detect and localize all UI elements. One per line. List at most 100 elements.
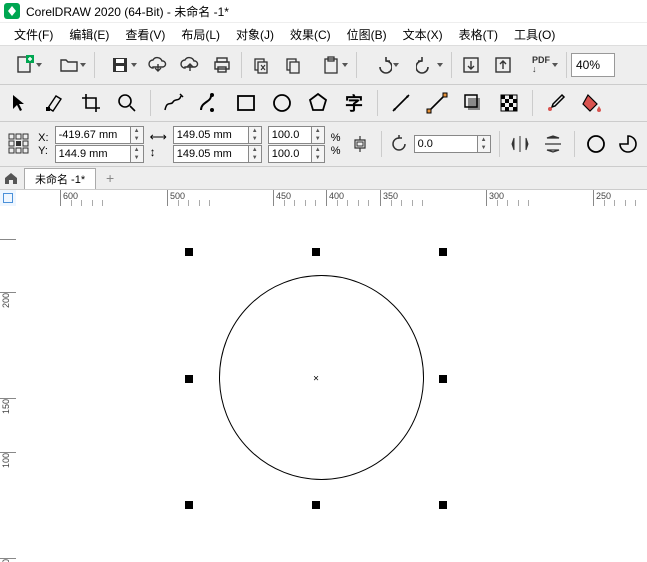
mirror-h-button[interactable]	[507, 130, 533, 158]
menu-effect[interactable]: 效果(C)	[284, 24, 337, 45]
cut-button[interactable]	[246, 50, 276, 80]
height-icon: ↕	[150, 145, 167, 159]
size-icons: ⟷ ↕	[150, 130, 167, 159]
ruler-origin[interactable]	[0, 190, 17, 207]
sx-spin[interactable]: ▲▼	[312, 126, 325, 144]
separator	[377, 90, 378, 116]
x-input[interactable]: -419.67 mm	[55, 126, 131, 144]
drop-shadow-tool[interactable]	[458, 89, 488, 117]
dimension-tool[interactable]	[386, 89, 416, 117]
width-icon: ⟷	[150, 130, 167, 144]
separator	[574, 131, 575, 157]
selection-handle[interactable]	[312, 248, 320, 256]
document-tab-label: 未命名 -1*	[35, 171, 85, 187]
rectangle-tool[interactable]	[231, 89, 261, 117]
shape-tool[interactable]	[40, 89, 70, 117]
selection-handle[interactable]	[312, 501, 320, 509]
document-tabbar: 未命名 -1* +	[0, 167, 647, 190]
y-spin[interactable]: ▲▼	[131, 145, 144, 163]
transparency-tool[interactable]	[494, 89, 524, 117]
paste-button[interactable]	[310, 50, 352, 80]
ellipse-object[interactable]	[219, 275, 424, 480]
new-button[interactable]	[4, 50, 46, 80]
menu-layout[interactable]: 布局(L)	[175, 24, 226, 45]
copy-button[interactable]	[278, 50, 308, 80]
rot-spin[interactable]: ▲▼	[478, 135, 491, 153]
app-icon	[4, 3, 20, 19]
separator	[94, 52, 95, 78]
zoom-tool[interactable]	[112, 89, 142, 117]
menu-text[interactable]: 文本(X)	[397, 24, 449, 45]
ellipse-shape-button[interactable]	[583, 130, 609, 158]
height-input[interactable]: 149.05 mm	[173, 145, 249, 163]
polygon-tool[interactable]	[303, 89, 333, 117]
selection-center-icon[interactable]: ×	[313, 373, 319, 384]
selection-handle[interactable]	[439, 375, 447, 383]
pick-tool[interactable]	[4, 89, 34, 117]
menu-object[interactable]: 对象(J)	[230, 24, 280, 45]
menu-bitmap[interactable]: 位图(B)	[341, 24, 393, 45]
sy-spin[interactable]: ▲▼	[312, 145, 325, 163]
drawing-canvas[interactable]: ×	[16, 206, 647, 562]
mirror-v-button[interactable]	[540, 130, 566, 158]
undo-button[interactable]	[361, 50, 403, 80]
cloud-open-button[interactable]	[143, 50, 173, 80]
ruler-vertical[interactable]: 20015010050	[0, 206, 17, 562]
scale-y-input[interactable]: 100.0	[268, 145, 312, 163]
add-tab-button[interactable]: +	[100, 168, 120, 188]
selection-handle[interactable]	[185, 375, 193, 383]
open-button[interactable]	[48, 50, 90, 80]
window-title: CorelDRAW 2020 (64-Bit) - 未命名 -1*	[26, 3, 229, 20]
ellipse-tool[interactable]	[267, 89, 297, 117]
object-origin-icon[interactable]	[6, 130, 32, 158]
rotate-icon	[390, 135, 408, 153]
text-tool[interactable]: 字	[339, 89, 369, 117]
separator	[241, 52, 242, 78]
cloud-save-button[interactable]	[175, 50, 205, 80]
menu-edit[interactable]: 编辑(E)	[63, 24, 115, 45]
eyedropper-tool[interactable]	[541, 89, 571, 117]
menubar: 文件(F) 编辑(E) 查看(V) 布局(L) 对象(J) 效果(C) 位图(B…	[0, 23, 647, 46]
zoom-value: 40%	[576, 58, 600, 72]
percent-labels: % %	[331, 132, 341, 157]
scale-x-input[interactable]: 100.0	[268, 126, 312, 144]
connector-tool[interactable]	[422, 89, 452, 117]
save-button[interactable]	[99, 50, 141, 80]
separator	[451, 52, 452, 78]
separator	[532, 90, 533, 116]
property-bar: X: Y: -419.67 mm▲▼ 144.9 mm▲▼ ⟷ ↕ 149.05…	[0, 122, 647, 167]
import-button[interactable]	[456, 50, 486, 80]
fill-tool[interactable]	[577, 89, 607, 117]
selection-handle[interactable]	[185, 501, 193, 509]
menu-tools[interactable]: 工具(O)	[508, 24, 561, 45]
export-button[interactable]	[488, 50, 518, 80]
separator	[381, 131, 382, 157]
separator	[566, 52, 567, 78]
width-input[interactable]: 149.05 mm	[173, 126, 249, 144]
x-spin[interactable]: ▲▼	[131, 126, 144, 144]
zoom-level[interactable]: 40%	[571, 53, 615, 77]
home-tab-icon[interactable]	[0, 167, 22, 189]
separator	[150, 90, 151, 116]
freehand-tool[interactable]	[159, 89, 189, 117]
print-button[interactable]	[207, 50, 237, 80]
lock-ratio-button[interactable]	[347, 130, 373, 158]
selection-handle[interactable]	[185, 248, 193, 256]
redo-button[interactable]	[405, 50, 447, 80]
h-spin[interactable]: ▲▼	[249, 145, 262, 163]
selection-handle[interactable]	[439, 501, 447, 509]
y-input[interactable]: 144.9 mm	[55, 145, 131, 163]
artistic-media-tool[interactable]	[195, 89, 225, 117]
selection-handle[interactable]	[439, 248, 447, 256]
menu-file[interactable]: 文件(F)	[8, 24, 59, 45]
w-spin[interactable]: ▲▼	[249, 126, 262, 144]
rotation-input[interactable]: 0.0	[414, 135, 478, 153]
menu-table[interactable]: 表格(T)	[453, 24, 504, 45]
crop-tool[interactable]	[76, 89, 106, 117]
menu-view[interactable]: 查看(V)	[119, 24, 171, 45]
standard-toolbar: PDF↓ 40%	[0, 46, 647, 85]
document-tab[interactable]: 未命名 -1*	[24, 168, 96, 189]
ruler-horizontal[interactable]: 600500450400350300250	[16, 190, 647, 207]
publish-pdf-button[interactable]: PDF↓	[520, 50, 562, 80]
pie-shape-button[interactable]	[615, 130, 641, 158]
